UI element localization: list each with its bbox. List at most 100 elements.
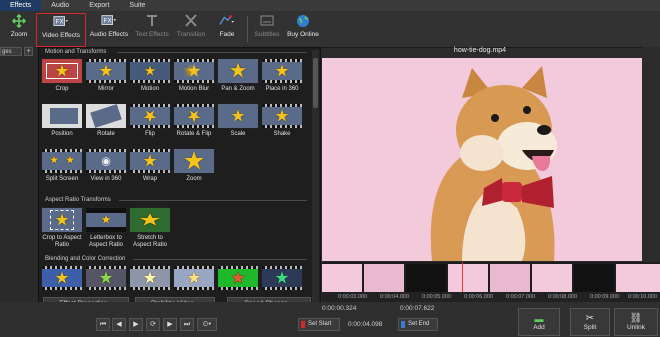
effect-label: Crop to Aspect Ratio — [42, 235, 82, 248]
stretch-thumbnail: ★ — [129, 207, 171, 233]
ruler-tick: 0:00:04.000 — [380, 294, 410, 300]
star-icon: ★ — [230, 268, 246, 288]
timeline-frame — [532, 264, 572, 292]
star-icon: ★ — [274, 106, 290, 126]
split-button[interactable]: ✂ Split — [570, 308, 610, 336]
blend-thumbnail: ★ — [129, 265, 171, 291]
effect-split-screen[interactable]: ★ ★ Split Screen — [41, 148, 83, 183]
star-icon: ★ — [98, 61, 114, 81]
timeline-strip[interactable]: 0:00:03.000 0:00:04.000 0:00:05.000 0:00… — [322, 262, 660, 302]
effect-pan-zoom[interactable]: ★ Pan & Zoom — [217, 58, 259, 93]
eye-icon: ◉ — [101, 155, 111, 168]
effect-motion-blur[interactable]: ★ Motion Blur — [173, 58, 215, 93]
effect-crop[interactable]: ★ Crop — [41, 58, 83, 93]
preview-filename: how-tie-dog.mp4 — [453, 47, 507, 54]
go-to-start-button[interactable]: ⏮ — [96, 318, 110, 331]
effect-crop-to-aspect[interactable]: ★ Crop to Aspect Ratio — [41, 207, 83, 249]
effect-shake[interactable]: ★ Shake — [261, 103, 303, 138]
effect-letterbox-to-aspect[interactable]: ★ Letterbox to Aspect Ratio — [85, 207, 127, 249]
subtitles-button[interactable]: Subtitles — [252, 13, 282, 45]
crop-aspect-thumbnail: ★ — [41, 207, 83, 233]
effect-view-in-360[interactable]: ◉ View in 360 — [85, 148, 127, 183]
effect-blend-5[interactable]: ★ — [217, 265, 259, 291]
next-frame-button[interactable]: ▶ — [163, 318, 177, 331]
go-to-end-button[interactable]: ⏭ — [180, 318, 194, 331]
scale-thumbnail: ★ — [217, 103, 259, 129]
split-label: Split — [583, 324, 597, 331]
effect-label: Position — [51, 131, 73, 137]
transition-label: Transition — [176, 31, 206, 38]
set-end-button[interactable]: Set End — [398, 318, 438, 331]
effect-blend-1[interactable]: ★ — [41, 265, 83, 291]
effect-position[interactable]: Position — [41, 103, 83, 138]
effect-blend-4[interactable]: ★ — [173, 265, 215, 291]
subtitles-icon — [259, 13, 275, 28]
sidebar-tab[interactable]: ges — [0, 47, 22, 56]
menu-effects[interactable]: Effects — [0, 0, 42, 11]
buy-online-button[interactable]: Buy Online — [285, 13, 321, 45]
panel-scrollbar[interactable] — [312, 50, 319, 308]
effect-label: Stretch to Aspect Ratio — [132, 235, 168, 248]
effect-stretch-to-aspect[interactable]: ★ Stretch to Aspect Ratio — [129, 207, 171, 249]
scrollbar-thumb[interactable] — [313, 58, 318, 108]
blend-thumbnail: ★ — [261, 265, 303, 291]
effect-label: Motion — [140, 86, 159, 92]
unlink-button[interactable]: ⛓ Unlink — [614, 308, 658, 336]
effect-label: Scale — [230, 131, 246, 137]
menu-export[interactable]: Export — [79, 0, 119, 11]
zoom-label: Zoom — [10, 31, 28, 38]
star-icon: ★ — [186, 61, 202, 81]
end-marker-icon — [401, 321, 405, 328]
transition-button[interactable]: Transition — [173, 13, 209, 45]
blend-thumbnail: ★ — [85, 265, 127, 291]
split-screen-thumbnail: ★ ★ — [41, 148, 83, 174]
menu-suite[interactable]: Suite — [119, 0, 155, 11]
position-thumbnail — [41, 103, 83, 129]
text-effects-button[interactable]: Text Effects — [133, 13, 171, 45]
buy-online-label: Buy Online — [287, 31, 319, 38]
effect-mirror[interactable]: ★ Mirror — [85, 58, 127, 93]
star-icon: ★ — [137, 210, 163, 230]
effect-blend-6[interactable]: ★ — [261, 265, 303, 291]
play-button[interactable]: ▶ — [129, 318, 143, 331]
effect-label: Rotate & Flip — [176, 131, 212, 137]
set-start-button[interactable]: Set Start — [298, 318, 340, 331]
mirror-thumbnail: ★ — [85, 58, 127, 84]
effect-rotate[interactable]: Rotate — [85, 103, 127, 138]
add-tab-button[interactable]: + — [24, 47, 33, 56]
speed-dropdown[interactable]: ⏲▾ — [197, 318, 217, 331]
star-icon: ★ — [98, 268, 114, 288]
video-effects-button[interactable]: FX Video Effects — [36, 13, 86, 47]
zoom-button[interactable]: Zoom — [2, 13, 36, 45]
timeline-frame — [322, 264, 362, 292]
effect-wrap[interactable]: ★ Wrap — [129, 148, 171, 183]
blend-thumbnail: ★ — [41, 265, 83, 291]
effect-blend-3[interactable]: ★ — [129, 265, 171, 291]
star-icon: ★ — [142, 151, 158, 171]
menu-audio[interactable]: Audio — [41, 0, 79, 11]
ruler-tick: 0:00:09.000 — [590, 294, 620, 300]
effect-scale[interactable]: ★ Scale — [217, 103, 259, 138]
text-t-icon — [144, 13, 160, 28]
letterbox-thumbnail: ★ — [85, 207, 127, 233]
effect-motion[interactable]: ★ Motion — [129, 58, 171, 93]
toolbar: Zoom FX Video Effects FX Audio Effects T… — [0, 11, 660, 48]
star-icon: ★ — [54, 61, 70, 81]
fade-button[interactable]: Fade — [211, 13, 243, 45]
audio-effects-button[interactable]: FX Audio Effects — [88, 13, 130, 45]
effect-zoom[interactable]: ★ Zoom — [173, 148, 215, 183]
video-preview[interactable] — [322, 58, 642, 261]
blend-thumbnail: ★ — [173, 265, 215, 291]
effect-label: Motion Blur — [178, 86, 210, 92]
effect-blend-2[interactable]: ★ — [85, 265, 127, 291]
loop-button[interactable]: ⟳ — [146, 318, 160, 331]
star-icon: ★ — [54, 210, 70, 230]
crop-thumbnail: ★ — [41, 58, 83, 84]
effect-place-in-360[interactable]: ★ Place in 360 — [261, 58, 303, 93]
previous-frame-button[interactable]: ◀ — [112, 318, 126, 331]
star-icon: ★ — [142, 268, 158, 288]
add-button[interactable]: ▬ Add — [518, 308, 560, 336]
effect-rotate-flip[interactable]: ★ Rotate & Flip — [173, 103, 215, 138]
scissors-icon: ✂ — [585, 313, 595, 324]
effect-flip[interactable]: ★ Flip — [129, 103, 171, 138]
